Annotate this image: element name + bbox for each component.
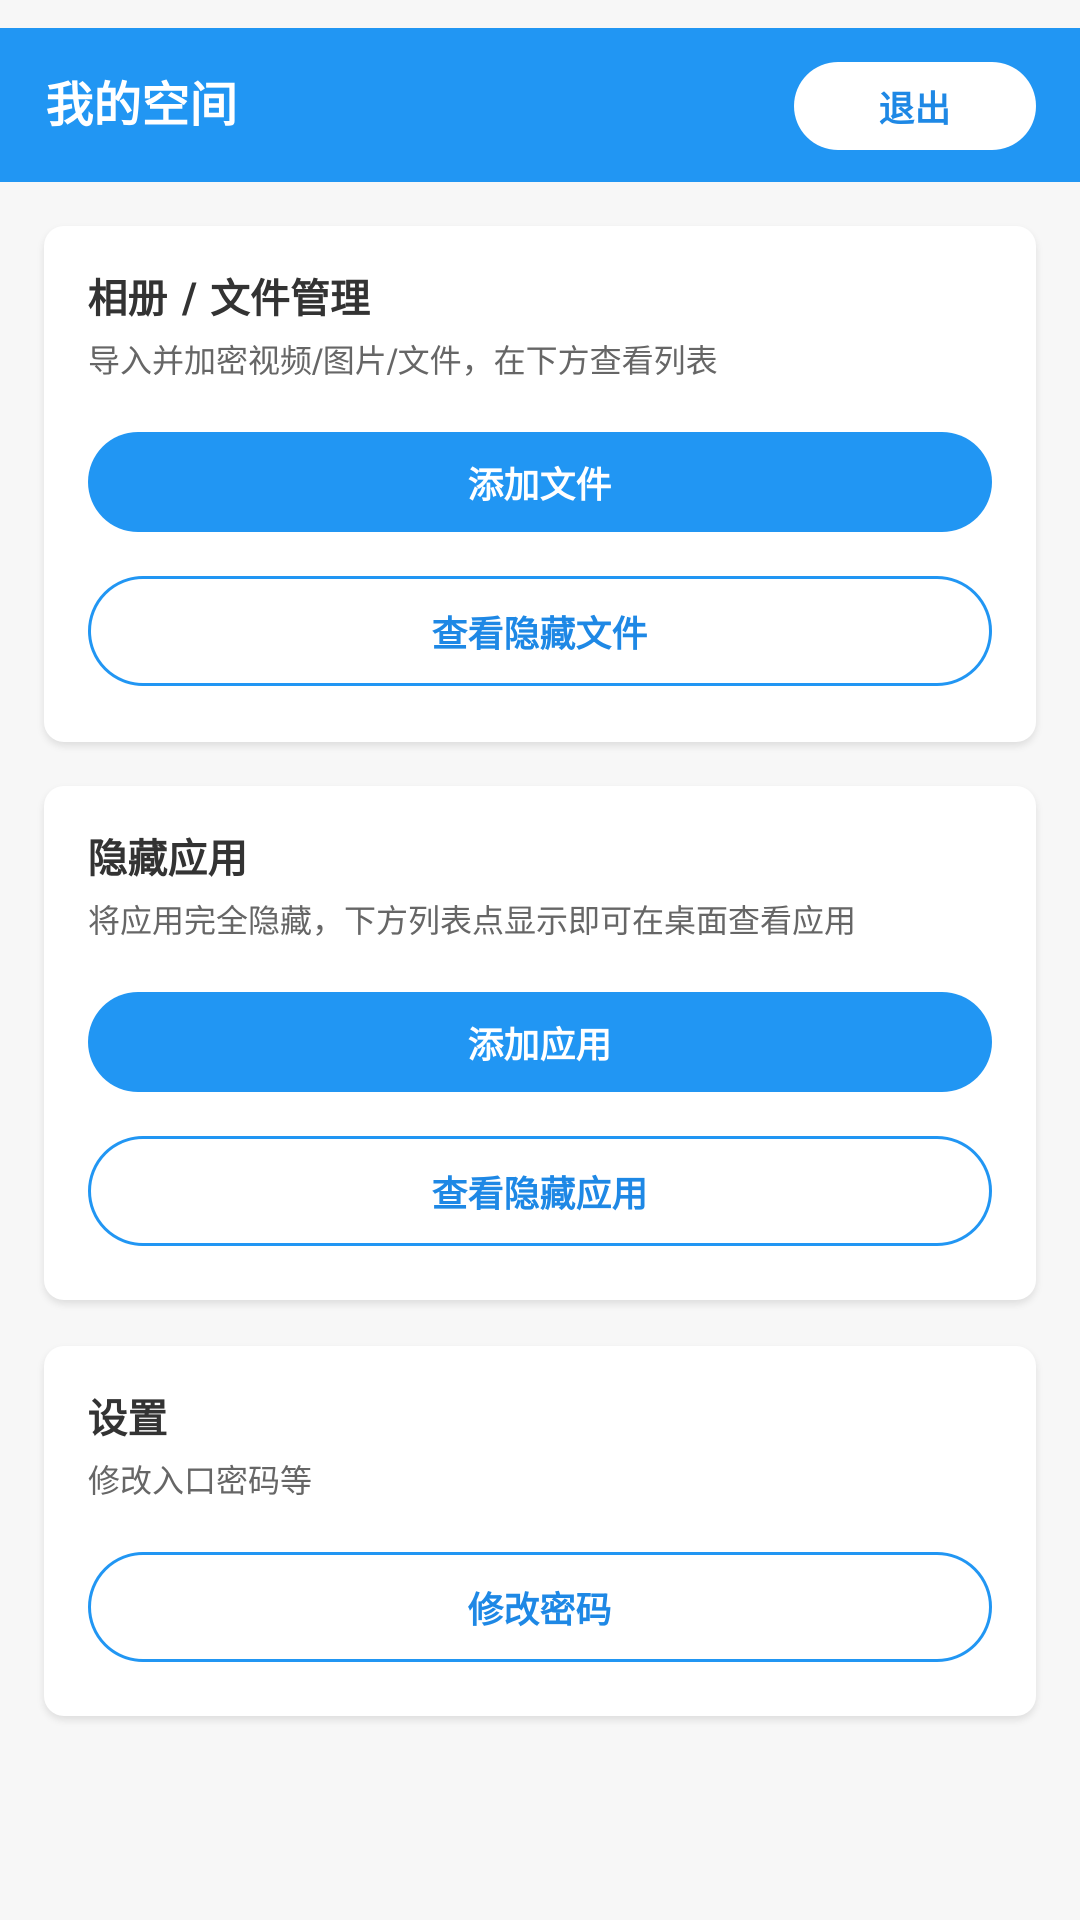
logout-button[interactable]: 退出: [794, 62, 1036, 150]
view-hidden-apps-button[interactable]: 查看隐藏应用: [88, 1136, 992, 1246]
files-card: 相册 / 文件管理 导入并加密视频/图片/文件，在下方查看列表 添加文件 查看隐…: [44, 226, 1036, 742]
add-file-button[interactable]: 添加文件: [88, 432, 992, 532]
files-card-title: 相册 / 文件管理: [88, 276, 371, 322]
app-header: 我的空间 退出: [0, 28, 1080, 182]
page-title: 我的空间: [46, 77, 239, 133]
apps-card-subtitle: 将应用完全隐藏，下方列表点显示即可在桌面查看应用: [88, 902, 857, 940]
files-card-subtitle: 导入并加密视频/图片/文件，在下方查看列表: [88, 342, 718, 380]
apps-card: 隐藏应用 将应用完全隐藏，下方列表点显示即可在桌面查看应用 添加应用 查看隐藏应…: [44, 786, 1036, 1300]
settings-card-subtitle: 修改入口密码等: [88, 1462, 313, 1500]
settings-card: 设置 修改入口密码等 修改密码: [44, 1346, 1036, 1716]
change-password-button[interactable]: 修改密码: [88, 1552, 992, 1662]
status-bar-area: [0, 0, 1080, 28]
settings-card-title: 设置: [88, 1396, 168, 1442]
apps-card-title: 隐藏应用: [88, 836, 248, 882]
view-hidden-files-button[interactable]: 查看隐藏文件: [88, 576, 992, 686]
add-app-button[interactable]: 添加应用: [88, 992, 992, 1092]
